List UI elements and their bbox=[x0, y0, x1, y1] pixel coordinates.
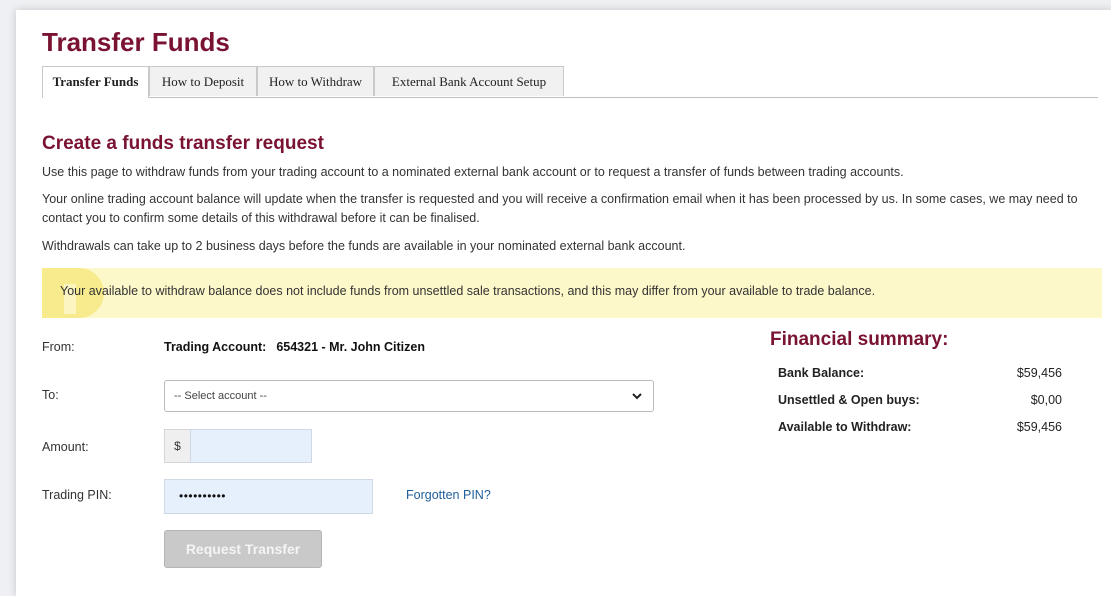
tab-bar: Transfer Funds How to Deposit How to Wit… bbox=[42, 66, 1098, 98]
to-account-select-value: -- Select account -- bbox=[174, 390, 267, 402]
info-notice: Your available to withdraw balance does … bbox=[42, 268, 1102, 318]
chevron-down-icon bbox=[632, 393, 642, 400]
to-label: To: bbox=[42, 388, 59, 402]
summary-value: $59,456 bbox=[1016, 420, 1062, 434]
summary-value: $0,00 bbox=[1030, 393, 1062, 407]
summary-row-unsettled: Unsettled & Open buys: $0,00 bbox=[778, 393, 1062, 407]
intro-paragraph: Use this page to withdraw funds from you… bbox=[42, 165, 904, 179]
tab-external-bank-account-setup[interactable]: External Bank Account Setup bbox=[374, 66, 564, 96]
from-account-label: Trading Account: bbox=[164, 340, 267, 354]
pin-label: Trading PIN: bbox=[42, 488, 112, 502]
amount-input[interactable] bbox=[190, 429, 312, 463]
dollar-prefix: $ bbox=[164, 429, 190, 463]
from-account-value: 654321 - Mr. John Citizen bbox=[276, 340, 425, 354]
to-account-select[interactable]: -- Select account -- bbox=[164, 380, 654, 412]
amount-label: Amount: bbox=[42, 440, 89, 454]
section-title: Create a funds transfer request bbox=[42, 133, 324, 154]
page-title: Transfer Funds bbox=[42, 27, 230, 57]
summary-label: Unsettled & Open buys: bbox=[778, 393, 920, 407]
forgotten-pin-link[interactable]: Forgotten PIN? bbox=[406, 488, 491, 502]
transfer-funds-panel: Transfer Funds Transfer Funds How to Dep… bbox=[16, 10, 1111, 596]
tab-how-to-withdraw[interactable]: How to Withdraw bbox=[257, 66, 374, 96]
summary-row-bank-balance: Bank Balance: $59,456 bbox=[778, 366, 1062, 380]
trading-pin-input[interactable]: •••••••••• bbox=[164, 479, 373, 514]
summary-row-available: Available to Withdraw: $59,456 bbox=[778, 420, 1062, 434]
tab-transfer-funds[interactable]: Transfer Funds bbox=[42, 66, 149, 98]
financial-summary-title: Financial summary: bbox=[770, 329, 949, 350]
request-transfer-button[interactable]: Request Transfer bbox=[164, 530, 322, 568]
summary-label: Available to Withdraw: bbox=[778, 420, 912, 434]
summary-value: $59,456 bbox=[1016, 366, 1062, 380]
notice-text: Your available to withdraw balance does … bbox=[60, 284, 876, 298]
summary-label: Bank Balance: bbox=[778, 366, 865, 380]
withdrawal-time-paragraph: Withdrawals can take up to 2 business da… bbox=[42, 239, 686, 253]
from-account: Trading Account: 654321 - Mr. John Citize… bbox=[164, 340, 425, 354]
tab-how-to-deposit[interactable]: How to Deposit bbox=[149, 66, 257, 96]
from-label: From: bbox=[42, 340, 75, 354]
balance-update-paragraph: Your online trading account balance will… bbox=[42, 192, 1078, 225]
